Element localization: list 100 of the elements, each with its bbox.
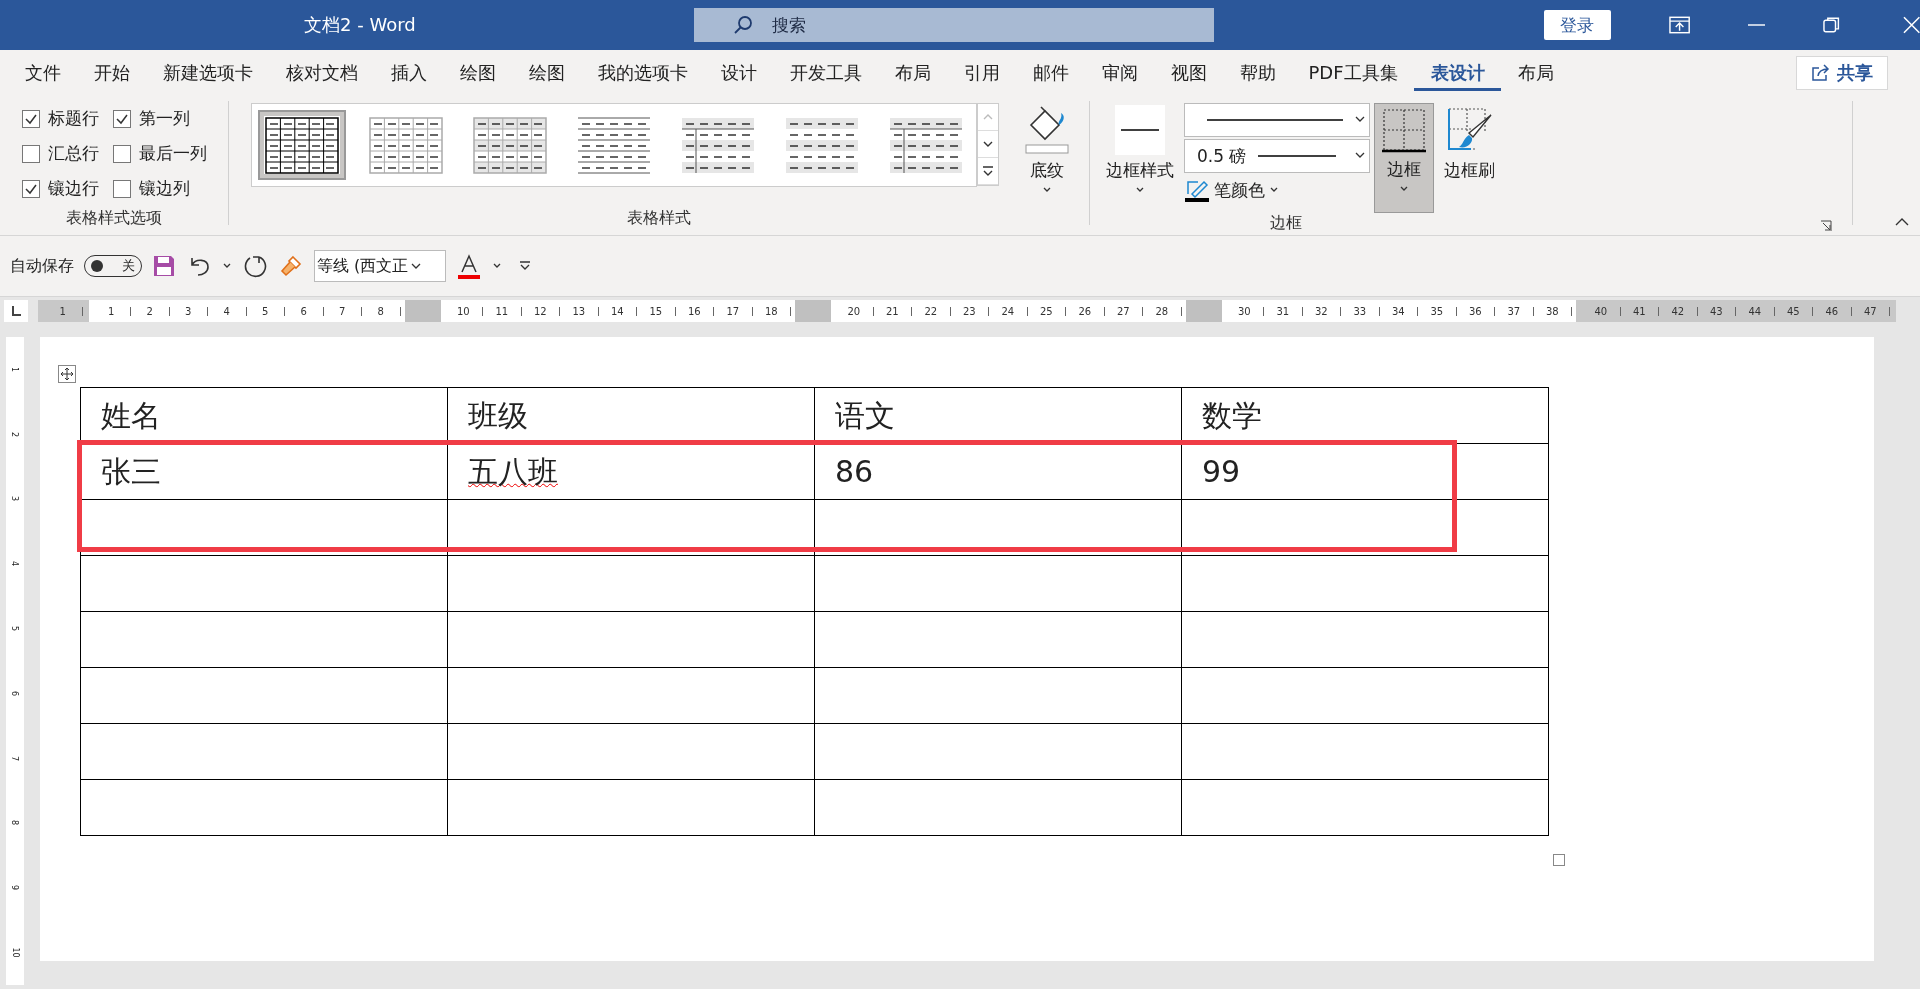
ruler-number: 44 bbox=[1736, 306, 1775, 316]
line-weight-dropdown[interactable]: 0.5 磅 bbox=[1184, 139, 1370, 173]
ribbon-tab[interactable]: 我的选项卡 bbox=[581, 54, 704, 91]
caret-icon bbox=[1042, 186, 1052, 194]
column-marker[interactable] bbox=[795, 300, 831, 322]
ribbon-tab[interactable]: 布局 bbox=[1501, 54, 1571, 91]
border-painter-button[interactable]: 边框刷 bbox=[1438, 103, 1501, 184]
checkbox-option[interactable]: 最后一列 bbox=[112, 142, 207, 165]
table-cell: 数学 bbox=[1181, 387, 1549, 444]
collapse-ribbon-icon[interactable] bbox=[1894, 217, 1910, 227]
checkbox[interactable] bbox=[112, 144, 131, 163]
ruler-number: 30 bbox=[1225, 306, 1264, 316]
checkbox-option[interactable]: 第一列 bbox=[112, 107, 207, 130]
ribbon-tab[interactable]: 插入 bbox=[374, 54, 443, 91]
checkbox-option[interactable]: 汇总行 bbox=[21, 142, 99, 165]
share-icon bbox=[1811, 63, 1831, 82]
font-color-icon[interactable] bbox=[456, 253, 482, 279]
pen-color-button[interactable]: 笔颜色 bbox=[1184, 175, 1370, 205]
checkbox-option[interactable]: 镶边行 bbox=[21, 177, 99, 200]
table-cell: 张三 bbox=[80, 443, 448, 500]
line-style-dropdown[interactable] bbox=[1184, 103, 1370, 137]
ruler-number: 6 bbox=[285, 306, 324, 316]
shading-button[interactable]: 底纹 bbox=[1017, 103, 1077, 196]
ribbon-tab[interactable]: 帮助 bbox=[1223, 54, 1292, 91]
ruler-number: 23 bbox=[950, 306, 989, 316]
checkbox[interactable] bbox=[112, 179, 131, 198]
ribbon-tab[interactable]: 绘图 bbox=[512, 54, 581, 91]
minimize-icon[interactable] bbox=[1748, 23, 1766, 27]
table-cell: 86 bbox=[814, 443, 1182, 500]
ribbon-tab[interactable]: 布局 bbox=[878, 54, 947, 91]
ribbon-tab[interactable]: 开发工具 bbox=[773, 54, 878, 91]
ribbon-tab[interactable]: 视图 bbox=[1154, 54, 1223, 91]
sign-in-button[interactable]: 登录 bbox=[1543, 10, 1611, 40]
ruler-number: 10 bbox=[10, 947, 20, 958]
ruler-number: 27 bbox=[1104, 306, 1143, 316]
ruler-number: 14 bbox=[598, 306, 637, 316]
ruler-number: 25 bbox=[1027, 306, 1066, 316]
ribbon-tab[interactable]: 新建选项卡 bbox=[146, 54, 269, 91]
redo-icon[interactable] bbox=[242, 253, 268, 279]
ribbon-display-icon[interactable] bbox=[1668, 16, 1691, 34]
save-icon[interactable] bbox=[152, 254, 176, 278]
format-painter-icon[interactable] bbox=[278, 253, 304, 279]
table-resize-handle[interactable] bbox=[1553, 854, 1565, 866]
table-move-handle-icon[interactable] bbox=[58, 365, 76, 383]
ruler-number: 34 bbox=[1379, 306, 1418, 316]
ribbon-tab[interactable]: 文件 bbox=[8, 54, 77, 91]
ribbon-tab[interactable]: 邮件 bbox=[1016, 54, 1085, 91]
ribbon-tab[interactable]: 开始 bbox=[77, 54, 146, 91]
ruler-number: 40 bbox=[1582, 306, 1621, 316]
paint-bucket-icon bbox=[1023, 105, 1071, 155]
ruler-number: 12 bbox=[521, 306, 560, 316]
ruler-number: 3 bbox=[10, 496, 20, 502]
ribbon-tab[interactable]: 绘图 bbox=[443, 54, 512, 91]
checkbox-option[interactable]: 镶边列 bbox=[112, 177, 207, 200]
ruler-number: 15 bbox=[637, 306, 676, 316]
ruler-number: 45 bbox=[1774, 306, 1813, 316]
ruler-number: 46 bbox=[1813, 306, 1852, 316]
caret-icon[interactable] bbox=[492, 262, 502, 270]
ribbon-tab[interactable]: 引用 bbox=[947, 54, 1016, 91]
ribbon-tab[interactable]: PDF工具集 bbox=[1292, 54, 1415, 91]
group-label: 表格样式 bbox=[627, 208, 691, 229]
search-field[interactable]: 搜索 bbox=[693, 8, 1214, 42]
customize-icon[interactable] bbox=[518, 260, 532, 272]
table-style-thumbnail[interactable] bbox=[258, 110, 346, 180]
checkbox[interactable] bbox=[21, 144, 40, 163]
ruler-number: 11 bbox=[483, 306, 522, 316]
ruler-number: 16 bbox=[675, 306, 714, 316]
ruler-number: 7 bbox=[323, 306, 362, 316]
pen-icon bbox=[1184, 178, 1210, 202]
restore-icon[interactable] bbox=[1823, 16, 1841, 34]
ruler-number: 38 bbox=[1533, 306, 1572, 316]
column-marker[interactable] bbox=[404, 300, 441, 322]
font-dropdown[interactable]: 等线 (西文正 bbox=[314, 250, 446, 282]
tab-selector[interactable] bbox=[4, 300, 28, 322]
column-marker[interactable] bbox=[1185, 300, 1222, 322]
ruler-number: 42 bbox=[1659, 306, 1698, 316]
ruler-number: 21 bbox=[873, 306, 912, 316]
table-cell: 99 bbox=[1181, 443, 1549, 500]
caret-icon[interactable] bbox=[222, 262, 232, 270]
ruler-number: 9 bbox=[10, 885, 20, 891]
ruler-number: 8 bbox=[362, 306, 401, 316]
ruler-number: 37 bbox=[1495, 306, 1534, 316]
ribbon-tab[interactable]: 设计 bbox=[704, 54, 773, 91]
ribbon-tab[interactable]: 表设计 bbox=[1414, 54, 1502, 91]
checkbox[interactable] bbox=[112, 109, 131, 128]
ruler-number: 32 bbox=[1302, 306, 1341, 316]
share-button[interactable]: 共享 bbox=[1796, 55, 1888, 90]
checkbox-option[interactable]: 标题行 bbox=[21, 107, 99, 130]
autosave-label: 自动保存 bbox=[10, 255, 74, 277]
checkbox[interactable] bbox=[21, 109, 40, 128]
close-icon[interactable] bbox=[1902, 16, 1920, 34]
borders-button[interactable]: 边框 bbox=[1374, 103, 1434, 213]
group-label: 边框 bbox=[1270, 213, 1302, 234]
ruler-number: 4 bbox=[208, 306, 247, 316]
checkbox[interactable] bbox=[21, 179, 40, 198]
border-styles-button[interactable]: 边框样式 bbox=[1100, 103, 1180, 196]
dialog-launcher-icon[interactable] bbox=[1820, 220, 1832, 232]
ribbon-tab[interactable]: 核对文档 bbox=[269, 54, 374, 91]
ribbon-tab[interactable]: 审阅 bbox=[1085, 54, 1154, 91]
ruler-number: 1 bbox=[44, 306, 83, 316]
